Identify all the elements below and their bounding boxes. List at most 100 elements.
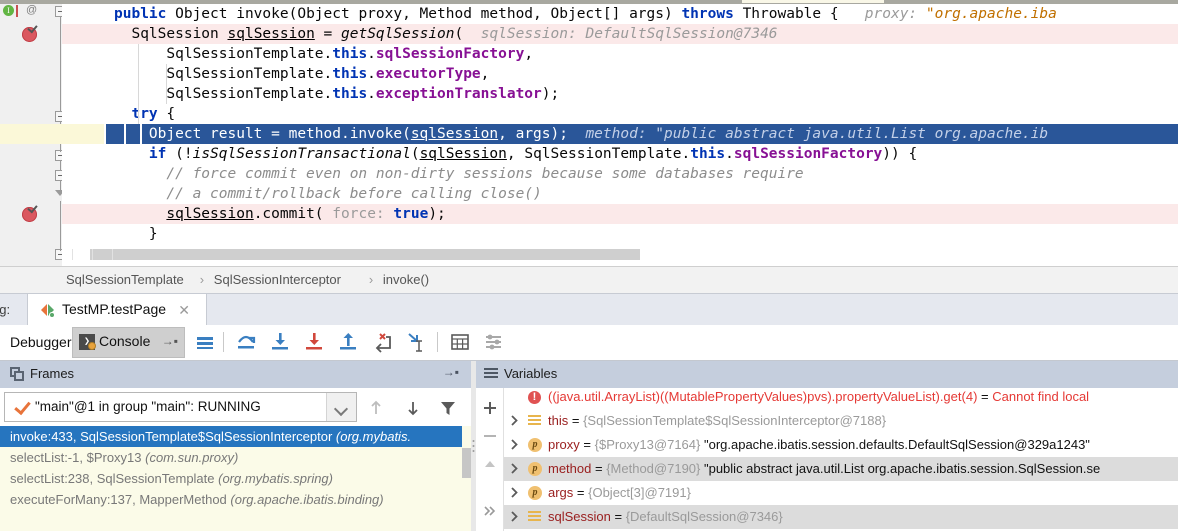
console-warning-dot-icon: [88, 342, 96, 350]
close-icon[interactable]: ✕: [178, 302, 190, 319]
code-token: try: [114, 106, 158, 122]
variables-sidebar-toolbar: [476, 388, 503, 531]
code-line[interactable]: SqlSessionTemplate.this.sqlSessionFactor…: [0, 44, 1178, 64]
breadcrumb-item[interactable]: SqlSessionTemplate: [66, 267, 184, 293]
frame-row[interactable]: executeForMany:137, MapperMethod (org.ap…: [0, 489, 471, 510]
frame-package: (org.mybatis.: [335, 429, 412, 444]
run-to-cursor-button[interactable]: [403, 329, 429, 355]
evaluate-expression-button[interactable]: [447, 329, 473, 355]
add-watch-button[interactable]: [481, 399, 499, 417]
pin-icon[interactable]: →▪: [162, 334, 178, 348]
chevron-right-icon[interactable]: [508, 462, 521, 475]
code-line[interactable]: sqlSession.commit( force: true);: [0, 204, 1178, 224]
code-line[interactable]: }: [0, 224, 1178, 244]
code-token: isSqlSessionTransactional: [192, 146, 411, 162]
code-token: // force commit even on non-dirty sessio…: [114, 166, 804, 182]
scroll-up-button[interactable]: [481, 455, 499, 473]
breadcrumb[interactable]: SqlSessionTemplate › SqlSessionInterceptor…: [0, 266, 1178, 293]
variables-list[interactable]: ! ((java.util.ArrayList)((MutableProperty…: [504, 388, 1178, 531]
code-token: this: [332, 46, 368, 62]
force-step-into-button[interactable]: [301, 329, 327, 355]
frames-panel: Frames →▪ "main"@1 in group "main": RUNN…: [0, 361, 471, 531]
variable-row[interactable]: p proxy = {$Proxy13@7164} "org.apache.iba…: [504, 433, 1178, 457]
frames-scroll-thumb[interactable]: [462, 448, 471, 478]
code-line[interactable]: public Object invoke(Object proxy, Metho…: [0, 4, 1178, 24]
parameter-icon: p: [528, 438, 542, 452]
variable-row[interactable]: ! ((java.util.ArrayList)((MutableProperty…: [504, 388, 1178, 409]
code-token: if: [114, 146, 167, 162]
code-line[interactable]: SqlSession sqlSession = getSqlSession( s…: [0, 24, 1178, 44]
frames-vertical-scrollbar[interactable]: [462, 426, 471, 531]
code-token: sqlSessionFactory: [375, 46, 525, 62]
code-token: .: [367, 46, 376, 62]
code-line[interactable]: // a commit/rollback before calling clos…: [0, 184, 1178, 204]
step-out-button[interactable]: [335, 329, 361, 355]
tab-console[interactable]: ❯ Console →▪: [72, 327, 185, 358]
frame-package: (org.mybatis.spring): [218, 471, 333, 486]
tab-debugger[interactable]: Debugger: [3, 327, 79, 358]
code-content[interactable]: public Object invoke(Object proxy, Metho…: [0, 4, 1178, 254]
debugger-toolbar: Debugger ❯ Console →▪: [0, 325, 1178, 361]
code-token: executorType: [375, 66, 481, 82]
variables-icon: [484, 368, 498, 380]
frame-down-button[interactable]: [402, 397, 424, 419]
code-editor[interactable]: I @ public Object invoke(Object proxy, Me…: [0, 0, 1178, 266]
remove-watch-button[interactable]: [481, 427, 499, 445]
field-icon: [528, 414, 542, 428]
code-token: sqlSession: [410, 126, 499, 142]
code-line[interactable]: SqlSessionTemplate.this.exceptionTransla…: [0, 84, 1178, 104]
frame-method: selectList:238, SqlSessionTemplate: [10, 471, 219, 486]
editor-horizontal-scrollbar[interactable]: [62, 249, 1178, 260]
code-token: (: [410, 146, 420, 162]
step-over-button[interactable]: [233, 329, 259, 355]
code-token: proxy:: [847, 6, 926, 22]
variable-value: {SqlSessionTemplate$SqlSessionIntercepto…: [583, 413, 887, 428]
frame-row-selected[interactable]: invoke:433, SqlSessionTemplate$SqlSessio…: [0, 426, 471, 447]
variable-row[interactable]: sqlSession = {DefaultSqlSession@7346}: [504, 505, 1178, 529]
variable-name: ((java.util.ArrayList)((MutablePropertyV…: [548, 389, 978, 404]
code-line[interactable]: Object result = method.invoke(sqlSession…: [0, 124, 1178, 144]
variable-row[interactable]: p args = {Object[3]@7191}: [504, 481, 1178, 505]
chevron-down-icon[interactable]: [326, 393, 356, 421]
variable-row[interactable]: this = {SqlSessionTemplate$SqlSessionInt…: [504, 409, 1178, 433]
debug-session-tab[interactable]: TestMP.testPage ✕: [27, 294, 207, 326]
variable-equals: =: [610, 509, 626, 524]
frames-list[interactable]: invoke:433, SqlSessionTemplate$SqlSessio…: [0, 426, 471, 531]
drop-frame-button[interactable]: [369, 329, 395, 355]
code-token: sqlSession: [166, 206, 254, 222]
code-token: exceptionTranslator: [375, 86, 542, 102]
breadcrumb-item[interactable]: SqlSessionInterceptor: [214, 267, 341, 293]
thread-selector[interactable]: "main"@1 in group "main": RUNNING: [4, 392, 357, 422]
code-line[interactable]: try {: [0, 104, 1178, 124]
code-token: Object result = method.invoke(: [114, 126, 411, 142]
frames-filter-button[interactable]: [437, 397, 459, 419]
code-token: ,: [480, 66, 490, 82]
code-token: SqlSessionTemplate.: [114, 66, 333, 82]
frame-row[interactable]: selectList:238, SqlSessionTemplate (org.…: [0, 468, 471, 489]
code-line[interactable]: if (!isSqlSessionTransactional(sqlSessio…: [0, 144, 1178, 164]
chevron-right-icon[interactable]: [508, 414, 521, 427]
code-line[interactable]: SqlSessionTemplate.this.executorType,: [0, 64, 1178, 84]
intellij-debugger-window: I @ public Object invoke(Object proxy, Me…: [0, 0, 1178, 531]
chevron-right-icon[interactable]: [508, 438, 521, 451]
show-execution-point-button[interactable]: [192, 329, 218, 355]
layout-settings-button[interactable]: [481, 329, 507, 355]
code-line[interactable]: // force commit even on non-dirty sessio…: [0, 164, 1178, 184]
expand-more-button[interactable]: [481, 502, 499, 520]
chevron-right-icon[interactable]: [508, 510, 521, 523]
frame-row[interactable]: selectList:-1, $Proxy13 (com.sun.proxy): [0, 447, 471, 468]
chevron-right-icon[interactable]: [508, 486, 521, 499]
frame-method: selectList:-1, $Proxy13: [10, 450, 146, 465]
code-token: .: [725, 146, 734, 162]
step-into-button[interactable]: [267, 329, 293, 355]
code-token: sqlSession: DefaultSqlSession@7346: [480, 26, 778, 42]
breadcrumb-separator: ›: [368, 272, 374, 287]
variable-row[interactable]: p method = {Method@7190} "public abstract…: [504, 457, 1178, 481]
pin-icon[interactable]: →▪: [443, 365, 459, 379]
divider-grip-icon: [472, 439, 475, 453]
editor-hscroll-thumb[interactable]: [90, 249, 640, 260]
code-token: (!: [166, 146, 193, 162]
breadcrumb-item[interactable]: invoke(): [383, 267, 429, 293]
frame-up-button[interactable]: [365, 397, 387, 419]
